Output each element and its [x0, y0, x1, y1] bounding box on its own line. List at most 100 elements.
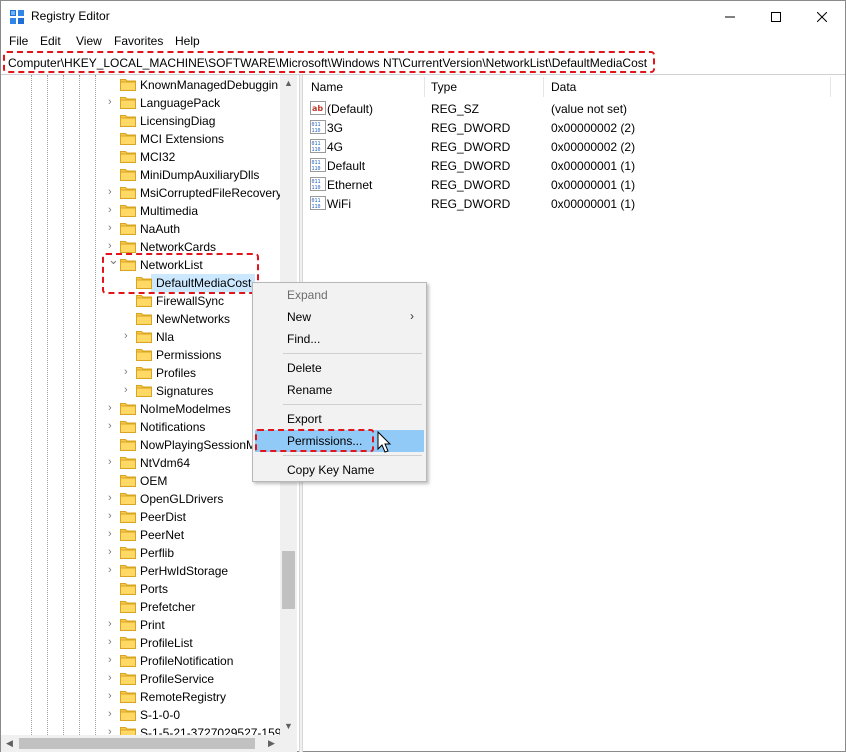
minimize-icon — [725, 16, 735, 18]
submenu-arrow-icon: › — [410, 309, 414, 323]
chevron-right-icon[interactable]: › — [108, 690, 118, 702]
tree-node-label: PeerNet — [140, 528, 185, 542]
menu-view[interactable]: View — [76, 34, 102, 48]
value-row[interactable]: 011 110 WiFi REG_DWORD 0x00000001 (1) — [303, 194, 843, 213]
value-name: (Default) — [327, 102, 374, 116]
value-data: 0x00000002 (2) — [551, 140, 636, 154]
tree-guide-line — [31, 75, 32, 735]
folder-icon — [120, 239, 136, 253]
menu-help[interactable]: Help — [175, 34, 200, 48]
chevron-right-icon[interactable]: › — [108, 492, 118, 504]
folder-icon — [120, 203, 136, 217]
scroll-down-icon[interactable]: ▼ — [280, 718, 297, 735]
chevron-right-icon[interactable]: › — [108, 186, 118, 198]
menu-item-new[interactable]: New › — [255, 306, 424, 328]
tree-node-label: ProfileService — [140, 672, 215, 686]
tree-guide-line — [47, 75, 48, 735]
value-type: REG_DWORD — [431, 121, 511, 135]
value-data: 0x00000002 (2) — [551, 121, 636, 135]
chevron-right-icon[interactable]: › — [108, 402, 118, 414]
value-row[interactable]: 011 110 3G REG_DWORD 0x00000002 (2) — [303, 118, 843, 137]
tree-node-label: NetworkCards — [140, 240, 217, 254]
address-bar[interactable]: Computer\HKEY_LOCAL_MACHINE\SOFTWARE\Mic… — [3, 51, 655, 73]
column-separator[interactable] — [424, 77, 425, 97]
chevron-right-icon[interactable]: › — [108, 708, 118, 720]
menu-item-delete[interactable]: Delete — [255, 357, 424, 379]
chevron-right-icon[interactable]: › — [108, 528, 118, 540]
menu-edit[interactable]: Edit — [40, 34, 61, 48]
scroll-thumb[interactable] — [282, 551, 295, 609]
chevron-right-icon[interactable]: › — [108, 636, 118, 648]
folder-icon — [120, 185, 136, 199]
menu-favorites[interactable]: Favorites — [114, 34, 163, 48]
tree-node-label: MCI32 — [140, 150, 176, 164]
dword-value-icon: 011 110 — [310, 177, 326, 191]
chevron-right-icon[interactable]: › — [108, 618, 118, 630]
chevron-right-icon[interactable]: › — [108, 654, 118, 666]
value-row[interactable]: ab (Default) REG_SZ (value not set) — [303, 99, 843, 118]
tree-node-label: Permissions — [156, 348, 222, 362]
menu-item-copy-key-name[interactable]: Copy Key Name — [255, 459, 424, 481]
value-row[interactable]: 011 110 4G REG_DWORD 0x00000002 (2) — [303, 137, 843, 156]
menu-item-rename[interactable]: Rename — [255, 379, 424, 401]
chevron-right-icon[interactable]: › — [108, 672, 118, 684]
menu-item-export[interactable]: Export — [255, 408, 424, 430]
value-name: 3G — [327, 121, 344, 135]
scroll-left-icon[interactable]: ◀ — [1, 735, 18, 752]
chevron-right-icon[interactable]: › — [108, 546, 118, 558]
maximize-button[interactable] — [753, 1, 799, 32]
tree-node-label: PerHwIdStorage — [140, 564, 229, 578]
scroll-up-icon[interactable]: ▲ — [280, 75, 297, 92]
svg-text:110: 110 — [312, 204, 321, 210]
tree-node-label: Ports — [140, 582, 169, 596]
menu-separator — [283, 404, 422, 405]
folder-icon — [136, 293, 152, 307]
chevron-right-icon[interactable]: › — [108, 96, 118, 108]
scroll-right-icon[interactable]: ▶ — [263, 735, 280, 752]
value-row[interactable]: 011 110 Default REG_DWORD 0x00000001 (1) — [303, 156, 843, 175]
menu-item-find[interactable]: Find... — [255, 328, 424, 350]
svg-text:ab: ab — [312, 104, 323, 113]
value-name: Default — [327, 159, 366, 173]
tree-horizontal-scrollbar[interactable]: ◀ ▶ — [1, 735, 297, 752]
tree-node-label: ProfileNotification — [140, 654, 234, 668]
value-type: REG_DWORD — [431, 140, 511, 154]
folder-icon — [120, 113, 136, 127]
dword-value-icon: 011 110 — [310, 196, 326, 210]
folder-icon — [120, 581, 136, 595]
column-separator[interactable] — [543, 77, 544, 97]
chevron-right-icon[interactable]: › — [108, 564, 118, 576]
folder-icon — [136, 329, 152, 343]
chevron-right-icon[interactable]: › — [124, 384, 134, 396]
column-header-data[interactable]: Data — [551, 80, 576, 94]
value-row[interactable]: 011 110 Ethernet REG_DWORD 0x00000001 (1) — [303, 175, 843, 194]
chevron-right-icon[interactable]: › — [108, 222, 118, 234]
folder-icon — [120, 599, 136, 613]
menu-item-label: Rename — [287, 383, 333, 397]
column-header-type[interactable]: Type — [431, 80, 457, 94]
column-separator[interactable] — [830, 77, 831, 97]
menu-item-expand[interactable]: Expand — [255, 284, 424, 306]
menu-file[interactable]: File — [9, 34, 28, 48]
chevron-right-icon[interactable]: › — [108, 726, 118, 735]
value-data: (value not set) — [551, 102, 628, 116]
folder-icon — [120, 473, 136, 487]
hscroll-thumb[interactable] — [19, 738, 255, 749]
close-button[interactable] — [799, 1, 845, 32]
folder-icon — [120, 563, 136, 577]
tree-node-label: FirewallSync — [156, 294, 225, 308]
chevron-right-icon[interactable]: › — [108, 510, 118, 522]
svg-text:110: 110 — [312, 166, 321, 172]
column-header-name[interactable]: Name — [311, 80, 343, 94]
tree-node-label: NowPlayingSessionM — [140, 438, 257, 452]
chevron-right-icon[interactable]: › — [108, 240, 118, 252]
chevron-right-icon[interactable]: › — [124, 366, 134, 378]
chevron-right-icon[interactable]: › — [108, 420, 118, 432]
chevron-right-icon[interactable]: › — [124, 330, 134, 342]
chevron-right-icon[interactable]: › — [108, 456, 118, 468]
folder-icon — [120, 653, 136, 667]
string-value-icon: ab — [310, 101, 326, 115]
minimize-button[interactable] — [707, 1, 753, 32]
title-bar: Registry Editor — [1, 1, 845, 32]
chevron-right-icon[interactable]: › — [108, 204, 118, 216]
